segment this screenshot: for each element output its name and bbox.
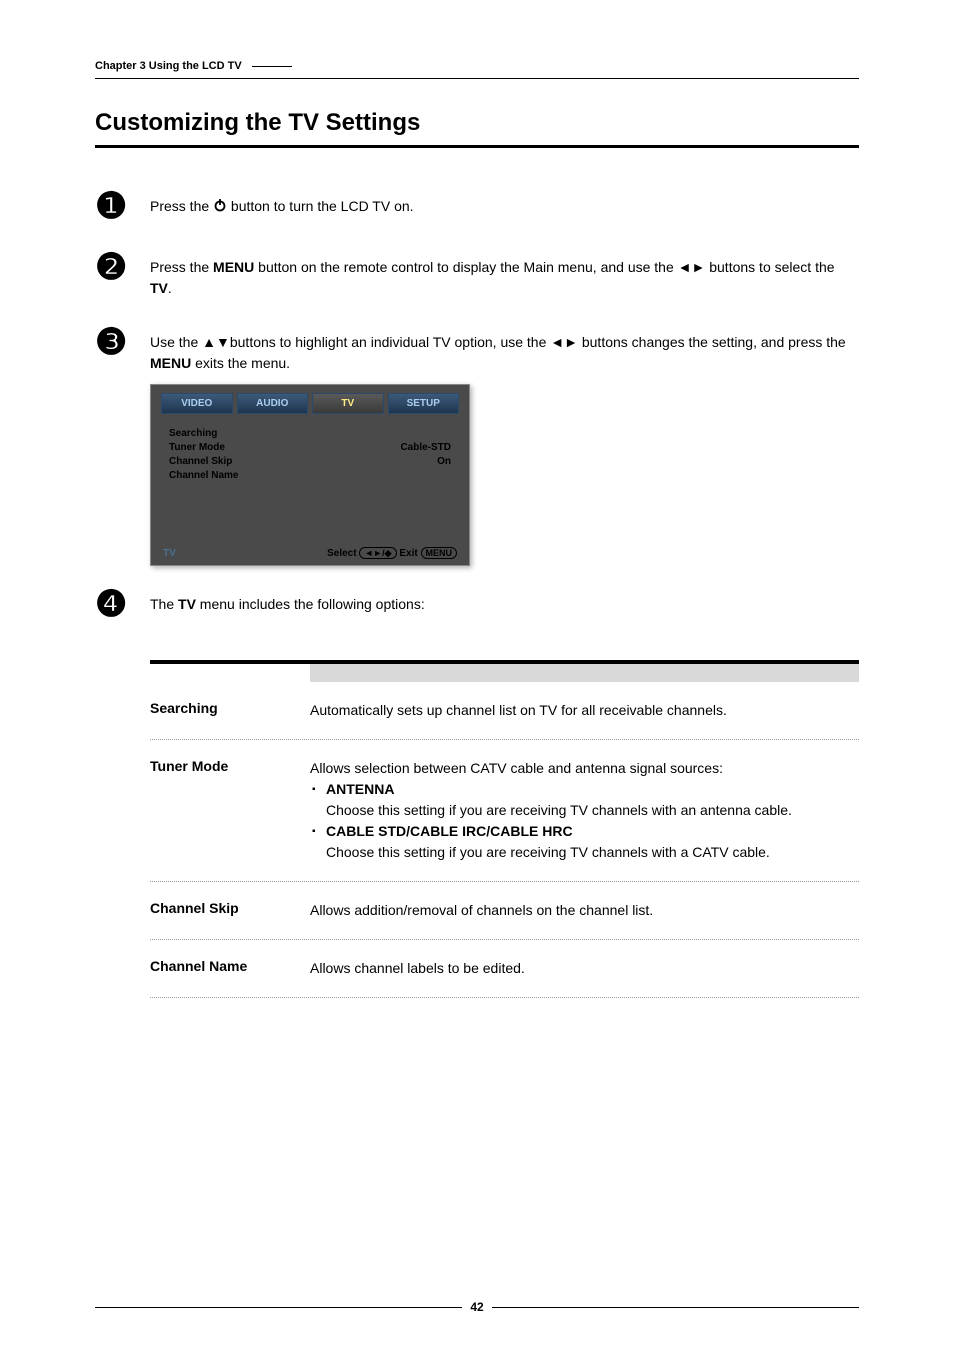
step-number: ❸ <box>95 324 150 360</box>
title-underline <box>95 145 859 148</box>
footer-right: Select ◄►/◆ Exit MENU <box>327 548 457 559</box>
option-label: Tuner Mode <box>150 758 310 863</box>
table-header-bar <box>310 664 859 682</box>
options-table: Searching Automatically sets up channel … <box>150 660 859 998</box>
menu-row: Channel Name <box>169 470 451 481</box>
step-body: The TV menu includes the following optio… <box>150 586 859 615</box>
tab-video: VIDEO <box>161 393 233 414</box>
menu-tabs: VIDEO AUDIO TV SETUP <box>151 385 469 414</box>
step-number: ❹ <box>95 586 150 622</box>
chapter-text: Chapter 3 Using the LCD TV <box>95 60 242 72</box>
menu-box: VIDEO AUDIO TV SETUP Searching Tuner Mod… <box>150 384 470 566</box>
page-number: 42 <box>462 1300 491 1314</box>
option-row-name: Channel Name Allows channel labels to be… <box>150 940 859 998</box>
header-dash <box>252 66 292 67</box>
menu-content: Searching Tuner Mode Cable-STD Channel S… <box>151 414 469 544</box>
option-desc: Allows selection between CATV cable and … <box>310 758 859 863</box>
menu-row: Tuner Mode Cable-STD <box>169 442 451 453</box>
step-body: Press the MENU button on the remote cont… <box>150 249 859 299</box>
header-underline <box>95 78 859 79</box>
power-icon <box>213 197 227 218</box>
step-3: ❸ Use the ▲▼buttons to highlight an indi… <box>95 324 859 374</box>
page-footer: 42 <box>95 1300 859 1314</box>
tab-setup: SETUP <box>388 393 460 414</box>
footer-line <box>492 1307 859 1308</box>
page-title: Customizing the TV Settings <box>95 109 859 137</box>
menu-row: Searching <box>169 428 451 439</box>
option-label: Channel Name <box>150 958 310 979</box>
step-number: ❷ <box>95 249 150 285</box>
option-desc: Allows addition/removal of channels on t… <box>310 900 859 921</box>
step-body: Use the ▲▼buttons to highlight an indivi… <box>150 324 859 374</box>
step-2: ❷ Press the MENU button on the remote co… <box>95 249 859 299</box>
option-row-skip: Channel Skip Allows addition/removal of … <box>150 882 859 940</box>
option-row-tuner: Tuner Mode Allows selection between CATV… <box>150 740 859 882</box>
tab-audio: AUDIO <box>237 393 309 414</box>
option-desc: Allows channel labels to be edited. <box>310 958 859 979</box>
tv-menu-image: VIDEO AUDIO TV SETUP Searching Tuner Mod… <box>150 384 859 566</box>
footer-line <box>95 1307 462 1308</box>
option-label: Channel Skip <box>150 900 310 921</box>
step-1: ❶ Press the button to turn the LCD TV on… <box>95 188 859 224</box>
option-row-searching: Searching Automatically sets up channel … <box>150 682 859 740</box>
tab-tv: TV <box>312 393 384 414</box>
step-number: ❶ <box>95 188 150 224</box>
step-4: ❹ The TV menu includes the following opt… <box>95 586 859 635</box>
chapter-header: Chapter 3 Using the LCD TV <box>95 60 859 72</box>
menu-footer: TV Select ◄►/◆ Exit MENU <box>151 544 469 565</box>
footer-left: TV <box>163 548 176 559</box>
menu-row: Channel Skip On <box>169 456 451 467</box>
option-label: Searching <box>150 700 310 721</box>
step-body: Press the button to turn the LCD TV on. <box>150 188 859 218</box>
option-desc: Automatically sets up channel list on TV… <box>310 700 859 721</box>
options-container: Searching Automatically sets up channel … <box>150 660 859 998</box>
